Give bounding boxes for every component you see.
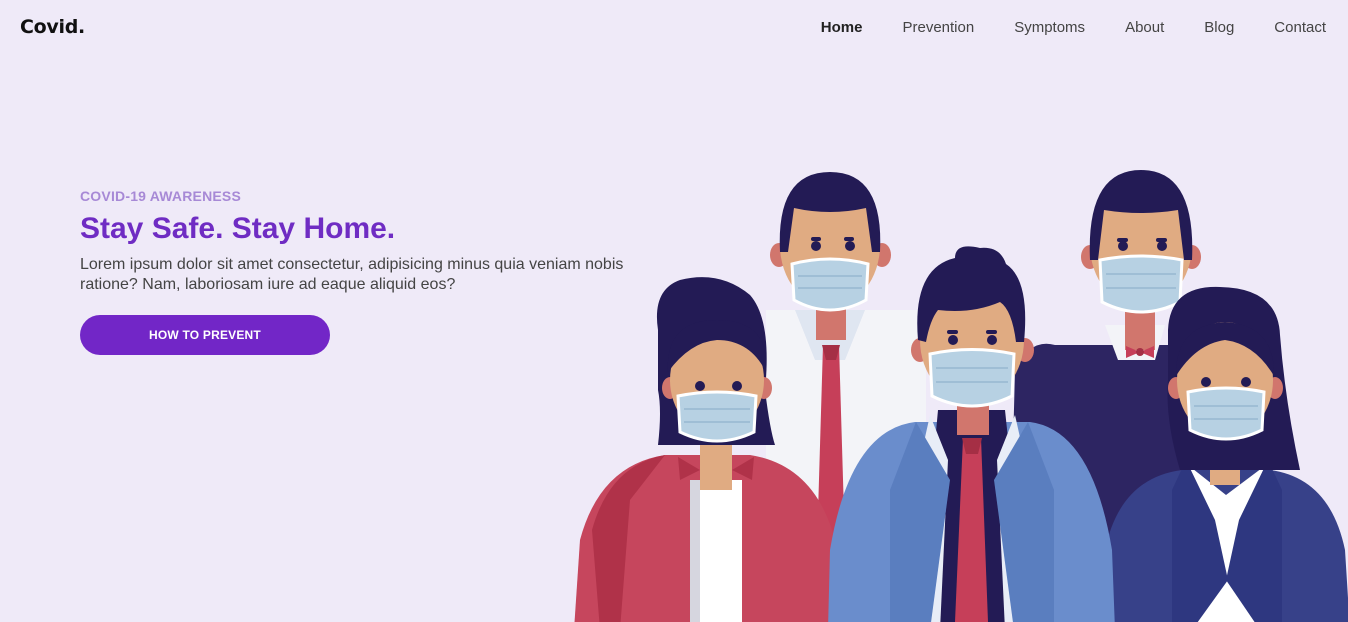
nav-prevention[interactable]: Prevention: [902, 19, 974, 36]
nav-contact[interactable]: Contact: [1274, 19, 1326, 36]
how-to-prevent-button[interactable]: HOW TO PREVENT: [80, 315, 330, 355]
nav-symptoms[interactable]: Symptoms: [1014, 19, 1085, 36]
nav-about[interactable]: About: [1125, 19, 1164, 36]
masked-people-illustration: [574, 170, 1348, 622]
brand-logo[interactable]: Covid.: [20, 16, 85, 38]
nav-home[interactable]: Home: [821, 19, 863, 36]
nav-blog[interactable]: Blog: [1204, 19, 1234, 36]
main-nav: Home Prevention Symptoms About Blog Cont…: [781, 19, 1326, 36]
